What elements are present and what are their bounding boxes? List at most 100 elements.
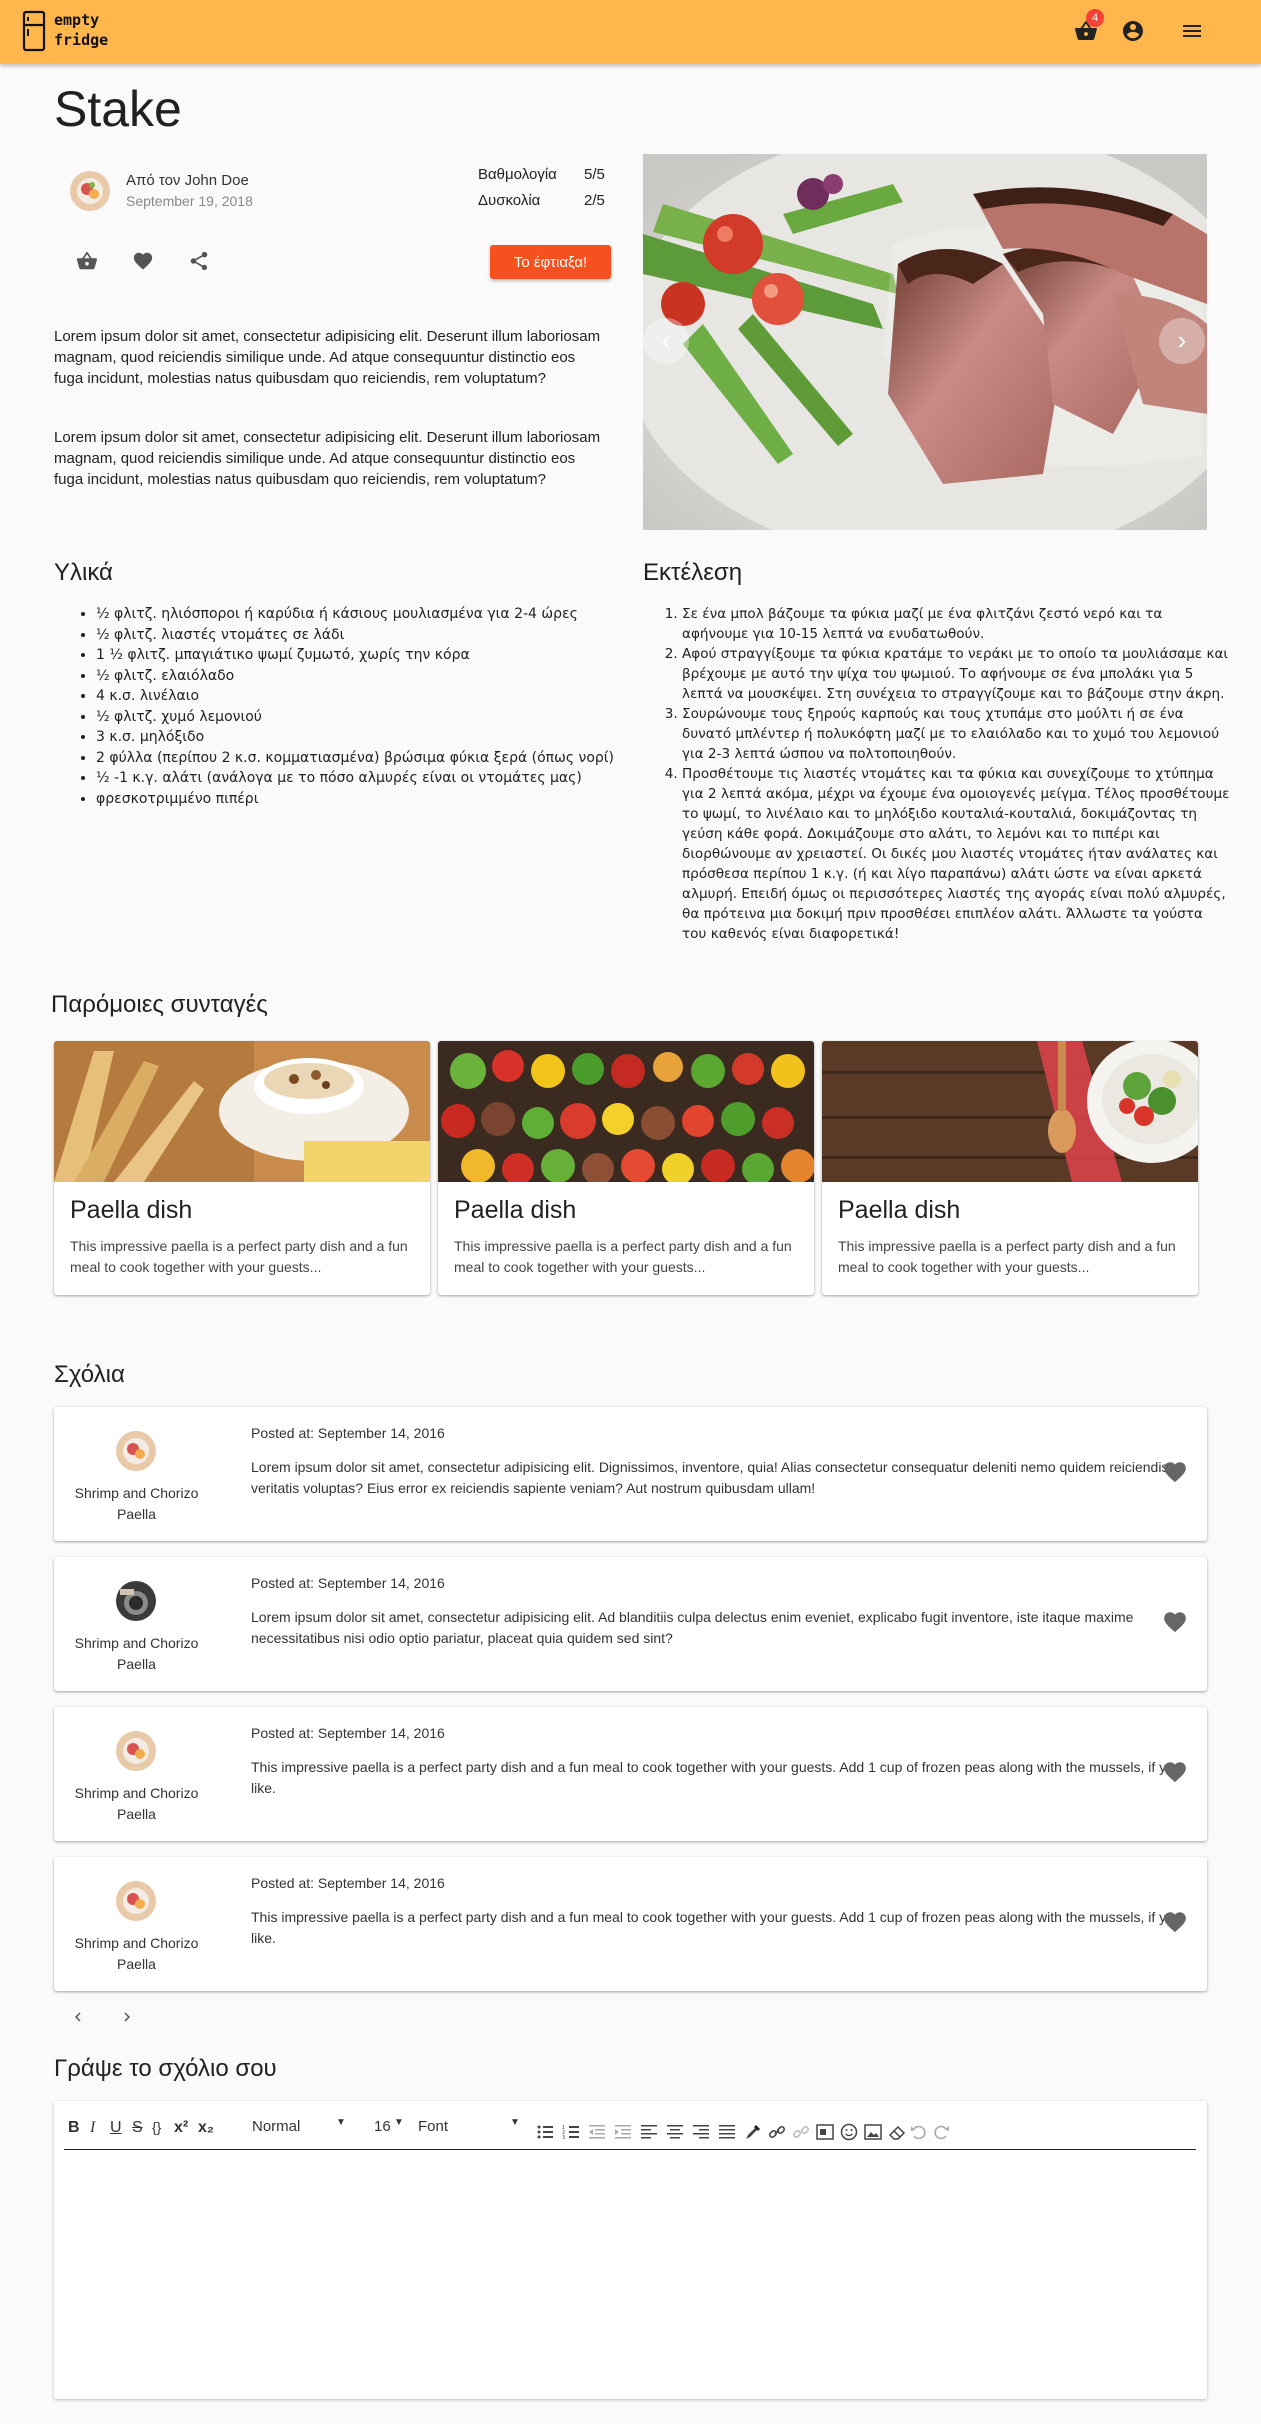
- ingredient-item: ½ φλιτζ. ελαιόλαδο: [96, 666, 636, 687]
- author-avatar[interactable]: [70, 171, 110, 211]
- card-image: [438, 1041, 814, 1182]
- logo-line-2: fridge: [54, 31, 109, 49]
- bullet-list-icon[interactable]: [536, 2123, 554, 2141]
- card-text: This impressive paella is a perfect part…: [70, 1238, 408, 1275]
- comments-prev-button[interactable]: [66, 2005, 90, 2029]
- align-center-icon[interactable]: [666, 2123, 684, 2141]
- avatar[interactable]: [116, 1581, 156, 1621]
- comment-text: This impressive paella is a perfect part…: [251, 1759, 1182, 1796]
- align-right-icon[interactable]: [692, 2123, 710, 2141]
- comment-item: Shrimp and Chorizo Paella Posted at: Sep…: [54, 1557, 1207, 1691]
- account-button[interactable]: [1117, 15, 1149, 47]
- eraser-icon[interactable]: [888, 2123, 906, 2141]
- avatar[interactable]: [116, 1881, 156, 1921]
- unlink-icon[interactable]: [792, 2123, 810, 2141]
- rating-label: Βαθμολογία: [478, 166, 557, 183]
- align-left-icon[interactable]: [640, 2123, 658, 2141]
- color-picker-icon[interactable]: [744, 2123, 762, 2141]
- step-item: Σε ένα μπολ βάζουμε τα φύκια μαζί με ένα…: [682, 604, 1230, 644]
- carousel-next-button[interactable]: ›: [1159, 318, 1205, 364]
- comments-next-button[interactable]: [115, 2005, 139, 2029]
- svg-text:3: 3: [562, 2135, 565, 2141]
- card-text: This impressive paella is a perfect part…: [838, 1238, 1176, 1275]
- avatar[interactable]: [116, 1731, 156, 1771]
- like-button[interactable]: [1162, 1459, 1188, 1485]
- carousel-prev-button[interactable]: ‹: [643, 318, 689, 364]
- comment-author[interactable]: Shrimp and Chorizo Paella: [64, 1483, 209, 1525]
- ingredient-item: φρεσκοτριμμένο πιπέρι: [96, 789, 636, 810]
- like-button[interactable]: [1162, 1759, 1188, 1785]
- ingredients-list: ½ φλιτζ. ηλιόσποροι ή καρύδια ή κάσιους …: [70, 604, 636, 809]
- comment-author[interactable]: Shrimp and Chorizo Paella: [64, 1933, 209, 1975]
- similar-recipe-card[interactable]: Paella dish This impressive paella is a …: [438, 1041, 814, 1295]
- link-icon[interactable]: [768, 2123, 786, 2141]
- ingredient-item: 2 φύλλα (περίπου 2 κ.σ. κομματιασμένα) β…: [96, 748, 636, 769]
- font-size-select[interactable]: 16 ▼: [374, 2117, 404, 2135]
- comment-date: Posted at: September 14, 2016: [251, 1725, 445, 1741]
- made-it-button[interactable]: Το έφτιαξα!: [490, 245, 611, 279]
- undo-icon[interactable]: [910, 2123, 928, 2141]
- numbered-list-icon[interactable]: 123: [562, 2123, 580, 2141]
- font-family-select[interactable]: Font ▼: [418, 2117, 520, 2135]
- strikethrough-button[interactable]: S: [132, 2119, 143, 2137]
- indent-icon[interactable]: [614, 2123, 632, 2141]
- ingredients-heading: Υλικά: [54, 559, 113, 586]
- card-title[interactable]: Paella dish: [454, 1196, 576, 1225]
- similar-recipe-card[interactable]: Paella dish This impressive paella is a …: [54, 1041, 430, 1295]
- comment-author[interactable]: Shrimp and Chorizo Paella: [64, 1633, 209, 1675]
- block-style-select[interactable]: Normal ▼: [252, 2117, 346, 2135]
- card-image: [822, 1041, 1198, 1182]
- bold-button[interactable]: B: [68, 2119, 80, 2137]
- menu-button[interactable]: [1176, 15, 1208, 47]
- cart-button[interactable]: 4: [1070, 9, 1104, 47]
- block-style-value: Normal: [252, 2118, 301, 2135]
- recipe-image-carousel[interactable]: ‹ ›: [643, 154, 1207, 530]
- caret-down-icon: ▼: [394, 2117, 404, 2128]
- step-item: Προσθέτουμε τις λιαστές ντομάτες και τα …: [682, 764, 1230, 944]
- redo-icon[interactable]: [932, 2123, 950, 2141]
- align-justify-icon[interactable]: [718, 2123, 736, 2141]
- heart-icon: [1164, 1462, 1186, 1483]
- comment-author[interactable]: Shrimp and Chorizo Paella: [64, 1783, 209, 1825]
- card-title[interactable]: Paella dish: [838, 1196, 960, 1225]
- subscript-button[interactable]: x₂: [198, 2119, 214, 2137]
- outdent-icon[interactable]: [588, 2123, 606, 2141]
- code-button[interactable]: {}: [152, 2119, 161, 2135]
- ingredient-item: ½ -1 κ.γ. αλάτι (ανάλογα με το πόσο αλμυ…: [96, 768, 636, 789]
- superscript-button[interactable]: x²: [174, 2119, 188, 2137]
- chevron-right-icon: [124, 2012, 130, 2022]
- fridge-icon: [22, 10, 46, 52]
- author-name[interactable]: Από τον John Doe: [126, 172, 249, 189]
- comments-heading: Σχόλια: [54, 1361, 125, 1388]
- share-button[interactable]: [186, 248, 212, 274]
- favorite-button[interactable]: [130, 248, 156, 274]
- comment-item: Shrimp and Chorizo Paella Posted at: Sep…: [54, 1707, 1207, 1841]
- steak-photo: [643, 154, 1207, 530]
- like-button[interactable]: [1162, 1609, 1188, 1635]
- editor-text-area[interactable]: [64, 2153, 1196, 2389]
- logo[interactable]: empty fridge: [22, 8, 112, 56]
- like-button[interactable]: [1162, 1909, 1188, 1935]
- ingredient-item: 3 κ.σ. μηλόξιδο: [96, 727, 636, 748]
- card-title[interactable]: Paella dish: [70, 1196, 192, 1225]
- heart-icon: [1164, 1912, 1186, 1933]
- avatar[interactable]: [116, 1431, 156, 1471]
- recipe-description-1: Lorem ipsum dolor sit amet, consectetur …: [54, 328, 601, 387]
- cart-count-badge: 4: [1086, 9, 1104, 27]
- page-title: Stake: [54, 81, 182, 137]
- add-to-cart-button[interactable]: [74, 248, 100, 274]
- comment-date: Posted at: September 14, 2016: [251, 1575, 445, 1591]
- emoji-icon[interactable]: [840, 2123, 858, 2141]
- embed-icon[interactable]: [816, 2123, 834, 2141]
- comment-text: This impressive paella is a perfect part…: [251, 1909, 1182, 1946]
- underline-button[interactable]: U: [110, 2119, 122, 2137]
- image-icon[interactable]: [864, 2123, 882, 2141]
- step-item: Σουρώνουμε τους ξηρούς καρπούς και τους …: [682, 704, 1230, 764]
- font-size-value: 16: [374, 2118, 391, 2135]
- recipe-description-2: Lorem ipsum dolor sit amet, consectetur …: [54, 429, 601, 488]
- recipe-date: September 19, 2018: [126, 193, 253, 209]
- heart-icon: [1164, 1762, 1186, 1783]
- italic-button[interactable]: I: [90, 2119, 95, 2137]
- similar-recipe-card[interactable]: Paella dish This impressive paella is a …: [822, 1041, 1198, 1295]
- app-bar: empty fridge 4: [0, 0, 1261, 64]
